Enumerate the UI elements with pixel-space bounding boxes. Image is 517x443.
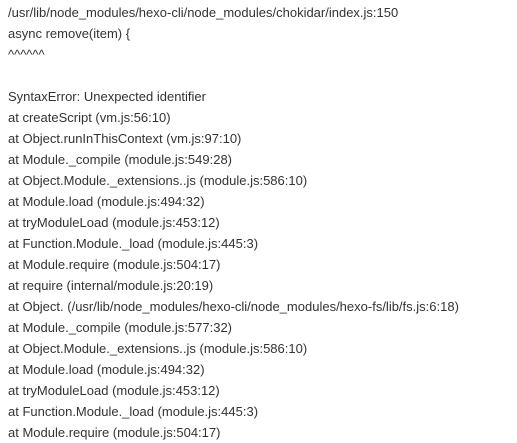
error-file-path: /usr/lib/node_modules/hexo-cli/node_modu…	[8, 5, 399, 20]
error-caret-marker: ^^^^^^	[8, 47, 45, 62]
stack-frame: at tryModuleLoad (module.js:453:12)	[8, 215, 220, 230]
stack-frame: at Module.load (module.js:494:32)	[8, 362, 205, 377]
stack-frame: at require (internal/module.js:20:19)	[8, 278, 214, 293]
stack-frame: at createScript (vm.js:56:10)	[8, 110, 171, 125]
stack-frame: at Module.require (module.js:504:17)	[8, 425, 221, 440]
stack-frame: at Module._compile (module.js:577:32)	[8, 320, 233, 335]
stack-frame: at Function.Module._load (module.js:445:…	[8, 236, 259, 251]
error-output: /usr/lib/node_modules/hexo-cli/node_modu…	[0, 0, 517, 440]
stack-frame: at Object.Module._extensions..js (module…	[8, 341, 308, 356]
stack-frame: at tryModuleLoad (module.js:453:12)	[8, 383, 220, 398]
stack-frame: at Module.require (module.js:504:17)	[8, 257, 221, 272]
stack-frame: at Module.load (module.js:494:32)	[8, 194, 205, 209]
stack-frame: at Object.Module._extensions..js (module…	[8, 173, 308, 188]
stack-frame: at Object.runInThisContext (vm.js:97:10)	[8, 131, 242, 146]
stack-frame: at Module._compile (module.js:549:28)	[8, 152, 233, 167]
error-source-line: async remove(item) {	[8, 26, 131, 41]
error-message: SyntaxError: Unexpected identifier	[8, 89, 206, 104]
stack-frame: at Function.Module._load (module.js:445:…	[8, 404, 259, 419]
stack-frame: at Object. (/usr/lib/node_modules/hexo-c…	[8, 299, 459, 314]
